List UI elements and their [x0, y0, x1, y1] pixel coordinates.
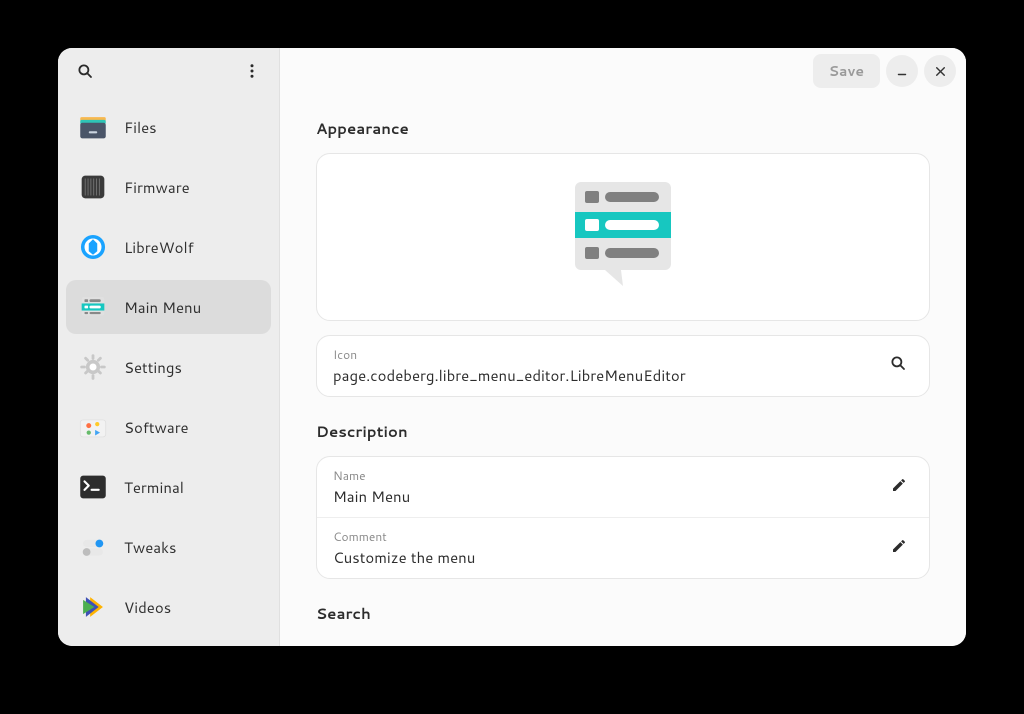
sidebar-item-tweaks[interactable]: Tweaks [66, 520, 271, 574]
more-menu-button[interactable] [235, 54, 269, 88]
save-button[interactable]: Save [813, 54, 880, 88]
sidebar-item-label: LibreWolf [124, 237, 194, 258]
close-button[interactable] [924, 55, 956, 87]
icon-field-row[interactable]: Icon page.codeberg.libre_menu_editor.Lib… [317, 336, 929, 396]
tweaks-icon [76, 530, 110, 564]
sidebar-item-videos[interactable]: Videos [66, 580, 271, 634]
description-section-title: Description [316, 421, 930, 442]
pencil-icon [891, 477, 907, 493]
sidebar-item-label: Terminal [124, 477, 184, 498]
sidebar-header [58, 48, 279, 94]
app-preview-icon [571, 178, 675, 296]
terminal-icon [76, 470, 110, 504]
search-button[interactable] [68, 54, 102, 88]
sidebar-item-software[interactable]: Software [66, 400, 271, 454]
pencil-icon [891, 538, 907, 554]
icon-preview-card[interactable] [316, 153, 930, 321]
sidebar-item-label: Tweaks [124, 537, 176, 558]
minimize-button[interactable] [886, 55, 918, 87]
appearance-section-title: Appearance [316, 118, 930, 139]
search-section-title: Search [316, 603, 930, 624]
sidebar-item-label: Software [124, 417, 189, 438]
videos-icon [76, 590, 110, 624]
sidebar: Files Firmware LibreWolf Main Menu [58, 48, 280, 646]
main-pane: Save Appearance [280, 48, 966, 646]
sidebar-list: Files Firmware LibreWolf Main Menu [58, 94, 279, 646]
comment-field-row[interactable]: Comment Customize the menu [317, 517, 929, 578]
sidebar-item-firmware[interactable]: Firmware [66, 160, 271, 214]
app-window: Files Firmware LibreWolf Main Menu [58, 48, 966, 646]
more-vertical-icon [243, 62, 261, 80]
minimize-icon [895, 64, 909, 78]
comment-field-value: Customize the menu [333, 547, 873, 568]
main-menu-icon [76, 290, 110, 324]
files-icon [76, 110, 110, 144]
comment-edit-button[interactable] [885, 531, 913, 566]
close-icon [934, 65, 947, 78]
icon-field-card: Icon page.codeberg.libre_menu_editor.Lib… [316, 335, 930, 397]
sidebar-item-label: Videos [124, 597, 171, 618]
icon-field-value: page.codeberg.libre_menu_editor.LibreMen… [333, 365, 871, 386]
firmware-icon [76, 170, 110, 204]
sidebar-item-label: Main Menu [124, 297, 201, 318]
software-icon [76, 410, 110, 444]
sidebar-item-main-menu[interactable]: Main Menu [66, 280, 271, 334]
sidebar-item-label: Settings [124, 357, 182, 378]
sidebar-item-librewolf[interactable]: LibreWolf [66, 220, 271, 274]
sidebar-item-label: Firmware [124, 177, 190, 198]
name-field-label: Name [333, 467, 873, 484]
description-card: Name Main Menu Comment Customize the men… [316, 456, 930, 579]
search-icon [76, 62, 94, 80]
main-header: Save [280, 48, 966, 94]
search-icon [889, 354, 907, 372]
name-field-row[interactable]: Name Main Menu [317, 457, 929, 517]
name-field-value: Main Menu [333, 486, 873, 507]
sidebar-item-settings[interactable]: Settings [66, 340, 271, 394]
content: Appearance [280, 94, 966, 646]
icon-field-label: Icon [333, 346, 871, 363]
settings-icon [76, 350, 110, 384]
comment-field-label: Comment [333, 528, 873, 545]
icon-browse-button[interactable] [883, 348, 913, 384]
sidebar-item-files[interactable]: Files [66, 100, 271, 154]
sidebar-item-terminal[interactable]: Terminal [66, 460, 271, 514]
save-button-label: Save [829, 61, 864, 81]
sidebar-item-label: Files [124, 117, 157, 138]
librewolf-icon [76, 230, 110, 264]
name-edit-button[interactable] [885, 470, 913, 505]
